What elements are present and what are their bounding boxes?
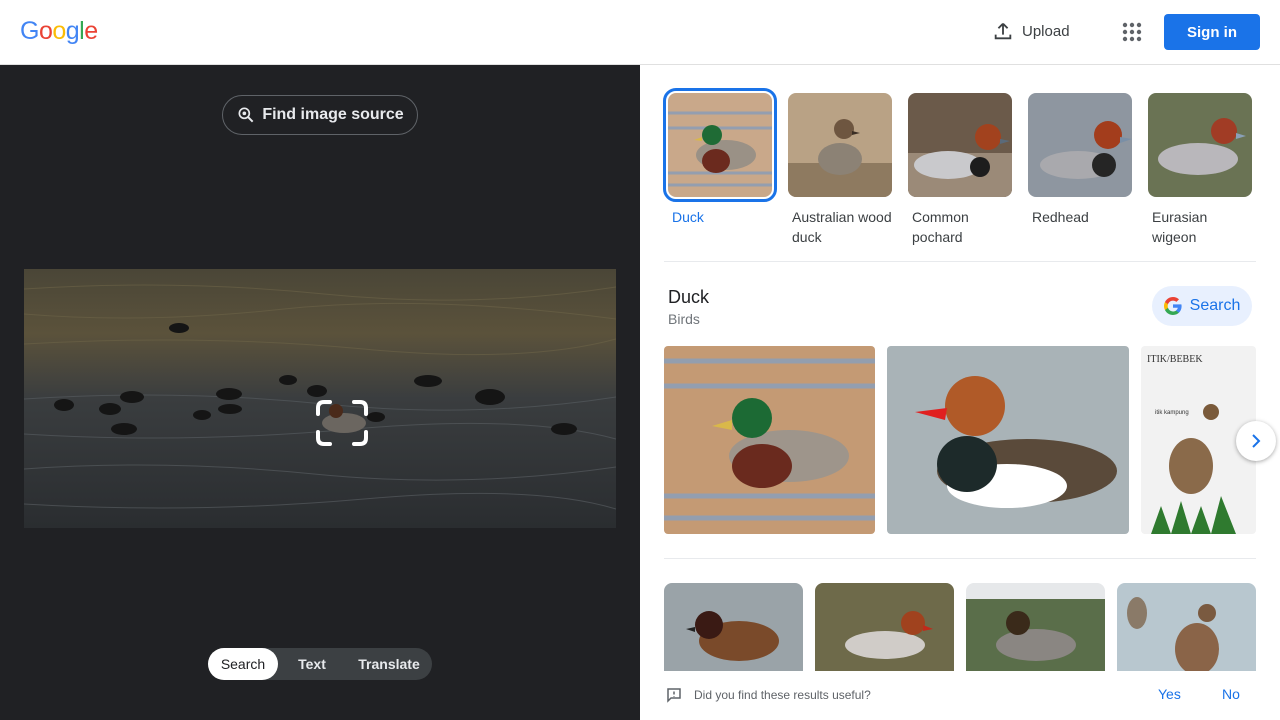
feedback-yes-button[interactable]: Yes — [1158, 686, 1181, 702]
results-panel: Duck Australian wood duck Common pochard… — [640, 65, 1280, 720]
divider — [664, 558, 1256, 559]
logo-letter: G — [20, 17, 39, 45]
google-search-button[interactable]: Search — [1152, 286, 1252, 326]
result-subtitle: Birds — [668, 311, 700, 327]
google-logo[interactable]: Google — [20, 17, 98, 46]
apps-grid-icon[interactable] — [1122, 22, 1142, 42]
entity-eurasian-wigeon[interactable]: Eurasian wigeon — [1148, 93, 1252, 247]
lens-search-icon — [238, 107, 254, 123]
gallery-image[interactable] — [664, 346, 875, 534]
gallery-next-button[interactable] — [1236, 421, 1276, 461]
result-image[interactable] — [1117, 583, 1256, 683]
entity-label: Eurasian wigeon — [1152, 209, 1208, 245]
feedback-question: Did you find these results useful? — [694, 688, 871, 702]
mode-search-tab[interactable]: Search — [208, 648, 278, 680]
gallery-image-small-text: itik kampung — [1155, 410, 1189, 416]
entity-thumbnail — [1028, 93, 1132, 197]
result-image[interactable] — [664, 583, 803, 683]
crop-selection-icon[interactable] — [316, 400, 368, 446]
entity-common-pochard[interactable]: Common pochard — [908, 93, 1012, 247]
entity-thumbnail — [663, 88, 777, 202]
result-title: Duck — [668, 287, 710, 307]
entity-label: Redhead — [1032, 209, 1089, 225]
result-image[interactable] — [815, 583, 954, 683]
feedback-no-button[interactable]: No — [1222, 686, 1240, 702]
upload-label: Upload — [1022, 22, 1070, 40]
header: Google Upload Sign in — [0, 0, 1280, 65]
entity-label: Australian wood duck — [792, 209, 892, 245]
chevron-right-icon — [1252, 434, 1261, 448]
google-search-label: Search — [1189, 297, 1241, 314]
feedback-icon — [667, 688, 681, 703]
query-photo[interactable] — [24, 269, 616, 528]
divider — [664, 261, 1256, 262]
upload-icon — [994, 23, 1012, 40]
google-g-icon — [1163, 297, 1182, 315]
logo-letter: g — [65, 17, 80, 45]
feedback-bar: Did you find these results useful? Yes N… — [640, 671, 1280, 720]
gallery-image[interactable] — [887, 346, 1129, 534]
entity-label: Duck — [672, 209, 704, 225]
result-image[interactable] — [966, 583, 1105, 683]
find-image-source-button[interactable]: Find image source — [222, 95, 418, 135]
entity-thumbnail — [1148, 93, 1252, 197]
entity-redhead[interactable]: Redhead — [1028, 93, 1132, 227]
sign-in-button[interactable]: Sign in — [1164, 14, 1260, 50]
find-image-source-label: Find image source — [262, 106, 404, 123]
entity-australian-wood-duck[interactable]: Australian wood duck — [788, 93, 892, 247]
query-image-panel: Find image source Search Text Translate — [0, 65, 640, 720]
upload-button[interactable]: Upload — [992, 20, 1070, 42]
mode-switcher: Search Text Translate — [208, 648, 432, 680]
logo-letter: e — [84, 17, 98, 45]
entity-label: Common pochard — [912, 209, 969, 245]
gallery-image-text: ITIK/BEBEK — [1147, 354, 1203, 365]
logo-letter: o — [38, 17, 53, 45]
logo-letter: o — [52, 17, 66, 45]
mode-text-tab[interactable]: Text — [278, 648, 346, 680]
mode-translate-tab[interactable]: Translate — [346, 648, 432, 680]
entity-duck[interactable]: Duck — [663, 88, 777, 227]
entity-thumbnail — [908, 93, 1012, 197]
entity-thumbnail — [788, 93, 892, 197]
